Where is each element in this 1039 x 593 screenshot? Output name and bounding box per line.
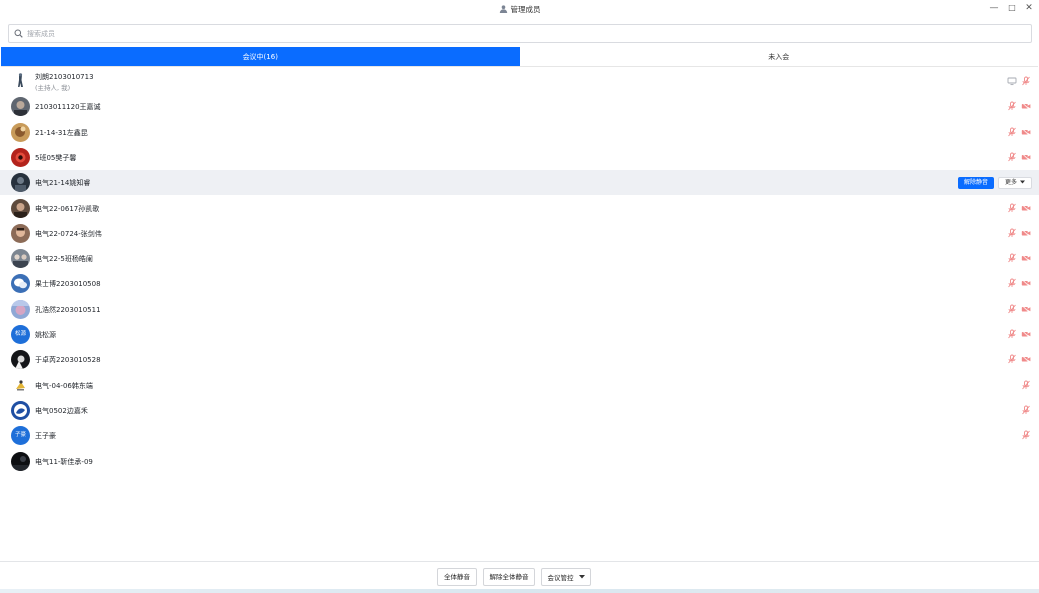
chevron-down-icon: [1020, 178, 1025, 188]
member-avatar: 子豪: [11, 426, 30, 446]
member-avatar: [11, 350, 30, 370]
tab-not-joined[interactable]: 未入会: [519, 47, 1038, 66]
mic-muted-icon[interactable]: [1007, 329, 1017, 339]
member-role: (主持人, 我): [35, 84, 71, 92]
mic-muted-icon[interactable]: [1021, 76, 1031, 86]
minimize-button[interactable]: —: [987, 3, 1001, 15]
restore-button[interactable]: □: [1005, 3, 1019, 15]
mic-muted-icon[interactable]: [1007, 152, 1017, 162]
mic-muted-icon[interactable]: [1007, 203, 1017, 213]
member-row[interactable]: 电气22-5班杨皓阑: [0, 246, 1039, 271]
camera-off-icon[interactable]: [1021, 203, 1031, 213]
member-row[interactable]: 子豪 王子豪: [0, 423, 1039, 448]
member-avatar: 松源: [11, 325, 30, 344]
member-name: 21-14-31左鑫昆: [35, 128, 88, 137]
member-name: 电气22-0617孙凯歌: [35, 204, 100, 213]
camera-off-icon[interactable]: [1021, 127, 1031, 137]
member-row[interactable]: 松源 姚松源: [0, 322, 1039, 347]
member-name: 于卓芮2203010528: [35, 356, 101, 365]
member-avatar: [11, 249, 30, 269]
member-row[interactable]: 于卓芮2203010528: [0, 347, 1039, 372]
mic-muted-icon[interactable]: [1007, 101, 1017, 111]
camera-off-icon[interactable]: [1021, 354, 1031, 364]
screen-share-icon[interactable]: [1007, 76, 1017, 86]
more-actions-button[interactable]: 更多: [998, 177, 1032, 190]
mic-muted-icon[interactable]: [1021, 405, 1031, 415]
unmute-all-button[interactable]: 解除全体静音: [483, 568, 535, 586]
member-avatar: [11, 122, 30, 142]
unmute-member-button[interactable]: 解除静音: [958, 177, 994, 190]
member-row[interactable]: 果士博2203010508: [0, 271, 1039, 296]
mic-muted-icon[interactable]: [1007, 228, 1017, 238]
close-button[interactable]: ✕: [1022, 3, 1036, 15]
camera-off-icon[interactable]: [1021, 152, 1031, 162]
member-name: 电气22-5班杨皓阑: [35, 255, 93, 264]
member-name: 电气0502边嘉禾: [35, 406, 88, 415]
members-icon: [499, 5, 508, 15]
mic-muted-icon[interactable]: [1007, 278, 1017, 288]
window-bottom-edge: [0, 589, 1039, 593]
member-avatar: [11, 451, 30, 471]
member-avatar: [11, 274, 30, 294]
member-row[interactable]: 2103011120王嘉诚: [0, 94, 1039, 119]
member-tabs: 会议中(16) 未入会: [1, 47, 1038, 67]
member-row[interactable]: 电气-04-06韩东端: [0, 373, 1039, 398]
camera-off-icon[interactable]: [1021, 329, 1031, 339]
window-title: 管理成员: [0, 4, 1039, 15]
mic-muted-icon[interactable]: [1007, 253, 1017, 263]
member-row[interactable]: 电气21-14姚知睿 解除静音 更多: [0, 170, 1039, 196]
member-row[interactable]: 电气11-靳佳承-09: [0, 449, 1039, 474]
member-row[interactable]: 刘朗2103010713 (主持人, 我): [0, 69, 1039, 94]
mic-muted-icon[interactable]: [1007, 354, 1017, 364]
mic-muted-icon[interactable]: [1021, 430, 1031, 440]
member-name: 2103011120王嘉诚: [35, 103, 101, 112]
member-row[interactable]: 电气0502边嘉禾: [0, 398, 1039, 423]
member-row[interactable]: 21-14-31左鑫昆: [0, 120, 1039, 145]
member-avatar: [11, 223, 30, 243]
member-avatar: [11, 97, 30, 117]
member-search-box[interactable]: [8, 24, 1032, 43]
member-name: 电气-04-06韩东端: [35, 381, 93, 390]
member-name: 电气21-14姚知睿: [35, 179, 91, 188]
camera-off-icon[interactable]: [1021, 101, 1031, 111]
member-avatar: [11, 375, 30, 395]
member-avatar: [11, 72, 30, 91]
camera-off-icon[interactable]: [1021, 304, 1031, 314]
search-icon: [14, 29, 23, 40]
member-name: 5班05樊子馨: [35, 153, 77, 162]
member-name: 果士博2203010508: [35, 280, 101, 289]
member-name: 姚松源: [35, 331, 56, 339]
member-row[interactable]: 电气22-0617孙凯歌: [0, 196, 1039, 221]
member-avatar: [11, 400, 30, 420]
member-row[interactable]: 电气22-0724-张剑伟: [0, 221, 1039, 246]
member-name: 电气22-0724-张剑伟: [35, 229, 102, 238]
camera-off-icon[interactable]: [1021, 278, 1031, 288]
member-avatar: [11, 198, 30, 218]
chevron-down-icon: [578, 569, 585, 585]
meeting-control-label: 会议管控: [547, 574, 574, 582]
member-row[interactable]: 孔浩然2203010511: [0, 297, 1039, 322]
search-input[interactable]: [27, 27, 1017, 40]
member-name: 王子豪: [35, 432, 56, 441]
member-row[interactable]: 5班05樊子馨: [0, 145, 1039, 170]
meeting-control-button[interactable]: 会议管控: [541, 568, 591, 586]
member-name: 电气11-靳佳承-09: [35, 457, 93, 466]
member-name: 孔浩然2203010511: [35, 305, 101, 314]
window-title-text: 管理成员: [510, 5, 541, 14]
more-actions-label: 更多: [1004, 179, 1017, 187]
camera-off-icon[interactable]: [1021, 253, 1031, 263]
mute-all-button[interactable]: 全体静音: [437, 568, 477, 586]
mic-muted-icon[interactable]: [1021, 380, 1031, 390]
title-bar: 管理成员 — □ ✕: [0, 0, 1039, 20]
member-avatar: [11, 173, 30, 193]
camera-off-icon[interactable]: [1021, 228, 1031, 238]
member-avatar: [11, 147, 30, 167]
mic-muted-icon[interactable]: [1007, 304, 1017, 314]
tab-in-meeting[interactable]: 会议中(16): [1, 47, 520, 66]
member-name: 刘朗2103010713: [35, 73, 94, 81]
member-avatar: [11, 299, 30, 319]
mic-muted-icon[interactable]: [1007, 127, 1017, 137]
